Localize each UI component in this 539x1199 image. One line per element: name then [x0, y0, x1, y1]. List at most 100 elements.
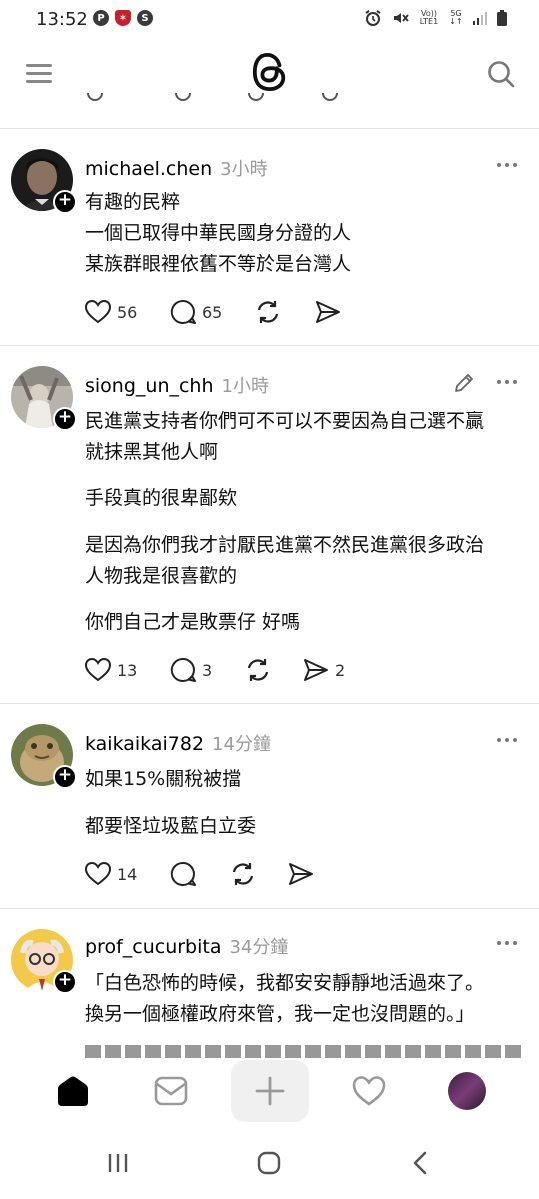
post: + kaikaikai782 14分鐘 如果15%關稅被擋 都要怪垃圾藍白立委 …	[0, 704, 539, 908]
like-count: 56	[117, 302, 138, 322]
follow-plus-button[interactable]: +	[53, 407, 77, 431]
share-count: 2	[335, 660, 346, 680]
net-label: 5G	[450, 9, 462, 18]
username[interactable]: kaikaikai782	[85, 733, 204, 755]
post: + siong_un_chh 1小時 民進黨支持者你們可不可以不要因為自己選不贏…	[0, 346, 539, 703]
menu-icon[interactable]	[26, 64, 52, 84]
more-options-icon[interactable]	[497, 738, 517, 742]
repost-icon	[257, 301, 279, 323]
app-header	[0, 40, 539, 110]
post-text: 有趣的民粹 一個已取得中華民國身分證的人 某族群眼裡依舊不等於是台灣人	[85, 191, 352, 275]
post-header: siong_un_chh 1小時	[85, 372, 269, 398]
home-icon	[58, 1076, 88, 1106]
search-icon[interactable]	[487, 60, 515, 88]
post-time: 14分鐘	[212, 734, 271, 755]
repost-icon	[232, 863, 254, 885]
post-time: 3小時	[220, 159, 268, 180]
shazam-app-icon: S	[137, 10, 153, 26]
alarm-icon	[365, 10, 381, 26]
username[interactable]: siong_un_chh	[85, 375, 214, 397]
repost-button[interactable]	[255, 299, 315, 325]
bottom-navigation	[0, 1058, 539, 1130]
edit-pencil-icon[interactable]	[453, 372, 475, 394]
reply-button[interactable]: 65	[170, 299, 255, 325]
avatar[interactable]: +	[11, 929, 77, 994]
nav-profile[interactable]	[444, 1058, 490, 1124]
status-bar: 13:52 P ✶ S Vo)) LTE1 5G ↓↑	[0, 0, 539, 40]
more-options-icon[interactable]	[497, 380, 517, 384]
post-header: michael.chen 3小時	[85, 155, 268, 181]
heart-icon	[85, 300, 111, 324]
repost-button[interactable]	[230, 861, 288, 887]
post-actions: 14	[85, 861, 314, 887]
back-icon[interactable]	[411, 1151, 429, 1175]
status-indicators: Vo)) LTE1 5G ↓↑	[364, 9, 507, 27]
post-text: 手段真的很卑鄙欸	[85, 487, 238, 509]
parking-app-icon: P	[93, 10, 109, 26]
inbox-icon	[154, 1076, 188, 1106]
post: + michael.chen 3小時 有趣的民粹 一個已取得中華民國身分證的人 …	[0, 129, 539, 345]
status-time: 13:52	[36, 9, 88, 30]
previous-post-actions-peek	[0, 93, 539, 107]
repost-icon	[247, 659, 269, 681]
profile-avatar	[448, 1072, 486, 1110]
threads-logo[interactable]	[251, 52, 289, 92]
compose-icon	[255, 1076, 285, 1106]
post-time: 34分鐘	[229, 937, 289, 958]
repost-button[interactable]	[245, 657, 303, 683]
send-icon	[316, 301, 340, 323]
post: + prof_cucurbita 34分鐘 「白色恐怖的時候，我都安安靜靜地活過…	[0, 909, 539, 1058]
comment-icon	[170, 861, 196, 886]
username[interactable]: prof_cucurbita	[85, 936, 222, 958]
post-text: 民進黨支持者你們可不可以不要因為自己選不贏 就抹黑其他人啊	[85, 410, 485, 463]
like-button[interactable]: 13	[85, 658, 170, 682]
send-icon	[304, 659, 328, 681]
recents-icon[interactable]	[106, 1152, 130, 1174]
avatar[interactable]: +	[11, 724, 77, 789]
like-button[interactable]: 14	[85, 862, 170, 886]
share-button[interactable]	[288, 862, 314, 886]
post-text: 是因為你們我才討厭民進黨不然民進黨很多政治 人物我是很喜歡的	[85, 534, 485, 587]
like-button[interactable]: 56	[85, 300, 170, 324]
follow-plus-button[interactable]: +	[53, 970, 77, 994]
username[interactable]: michael.chen	[85, 158, 212, 180]
volte-icon: Vo)) LTE1	[419, 9, 439, 26]
nav-compose[interactable]	[231, 1060, 309, 1122]
avatar[interactable]: +	[11, 366, 77, 431]
home-circle-icon[interactable]	[256, 1150, 282, 1176]
system-navigation	[0, 1132, 539, 1199]
reply-count: 65	[202, 302, 223, 322]
activity-icon	[352, 1076, 386, 1106]
nav-inbox[interactable]	[148, 1058, 194, 1124]
heart-icon	[85, 862, 111, 886]
avatar[interactable]: +	[11, 149, 77, 214]
more-options-icon[interactable]	[497, 163, 517, 167]
signal-icon	[473, 12, 487, 25]
shield-app-icon: ✶	[115, 10, 131, 26]
mute-icon	[394, 13, 409, 23]
share-button[interactable]: 2	[303, 658, 345, 682]
follow-plus-button[interactable]: +	[53, 190, 77, 214]
like-count: 13	[117, 660, 138, 680]
post-text: 你們自己才是敗票仔 好嗎	[85, 611, 301, 633]
status-app-icons: P ✶ S	[93, 10, 153, 26]
heart-icon	[85, 658, 111, 682]
5g-icon: 5G ↓↑	[449, 9, 463, 26]
post-text: 「白色恐怖的時候，我都安安靜靜地活過來了。 換另一個極權政府來管，我一定也沒問題…	[85, 972, 485, 1025]
post-actions: 13 3 2	[85, 657, 345, 683]
post-header: prof_cucurbita 34分鐘	[85, 933, 288, 959]
send-icon	[289, 863, 313, 885]
reply-count: 3	[202, 660, 213, 680]
nav-activity[interactable]	[346, 1058, 392, 1124]
reply-button[interactable]: 3	[170, 657, 245, 683]
comment-icon	[170, 657, 196, 682]
reply-button[interactable]	[170, 861, 230, 887]
nav-home[interactable]	[50, 1058, 96, 1124]
share-button[interactable]	[315, 300, 341, 324]
follow-plus-button[interactable]: +	[53, 765, 77, 789]
more-options-icon[interactable]	[497, 941, 517, 945]
post-text: 都要怪垃圾藍白立委	[85, 815, 257, 837]
post-time: 1小時	[221, 376, 269, 397]
like-count: 14	[117, 864, 138, 884]
post-actions: 56 65	[85, 299, 341, 325]
